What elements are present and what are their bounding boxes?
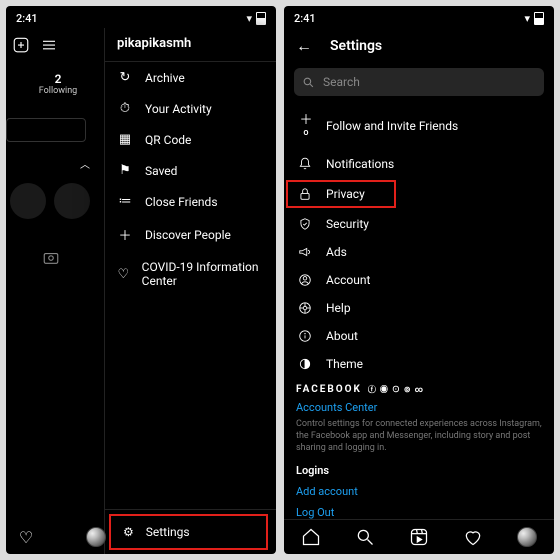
megaphone-icon <box>298 245 314 259</box>
bottom-nav <box>284 519 554 554</box>
home-icon[interactable] <box>301 527 321 547</box>
status-bar: 2:41 ▾ <box>6 6 276 28</box>
search-nav-icon[interactable] <box>355 527 375 547</box>
settings-label: Security <box>326 217 369 231</box>
chevron-up-icon[interactable]: ︿ <box>80 156 104 171</box>
profile-side-menu: pikapikasmh ↻ Archive ⏱ Your Activity ▦ … <box>104 28 276 554</box>
story-circle[interactable] <box>54 183 90 219</box>
settings-label: Ads <box>326 245 347 259</box>
profile-background: 2 Following ︿ <box>6 28 104 554</box>
logins-section-title: Logins <box>284 458 554 479</box>
status-icons: ▾ <box>524 12 544 25</box>
settings-label: Help <box>326 301 351 315</box>
settings-label: Follow and Invite Friends <box>326 119 458 133</box>
status-icons: ▾ <box>246 12 266 25</box>
activity-heart-icon[interactable]: ♡ <box>16 528 36 547</box>
search-input[interactable]: Search <box>294 68 544 96</box>
menu-item-discover-people[interactable]: ＋ Discover People <box>105 217 276 252</box>
profile-avatar-icon[interactable] <box>517 527 537 547</box>
menu-label: QR Code <box>145 133 191 147</box>
discover-icon: ＋ <box>117 225 133 244</box>
archive-icon: ↻ <box>117 70 133 85</box>
following-num: 2 <box>12 72 104 86</box>
wifi-icon: ▾ <box>524 12 530 25</box>
menu-username[interactable]: pikapikasmh <box>105 28 276 62</box>
brand-icons: ⓕ ◉ ⊙ ⊚ ∞ <box>368 384 424 395</box>
menu-item-archive[interactable]: ↻ Archive <box>105 62 276 93</box>
back-arrow-icon[interactable]: ← <box>296 36 312 56</box>
covid-icon: ♡ <box>117 267 130 282</box>
settings-item-account[interactable]: Account <box>286 266 552 294</box>
settings-item-theme[interactable]: Theme <box>286 350 552 378</box>
status-bar: 2:41 ▾ <box>284 6 554 28</box>
menu-label: Archive <box>145 71 185 85</box>
accounts-center-link[interactable]: Accounts Center <box>284 395 554 416</box>
settings-item-ads[interactable]: Ads <box>286 238 552 266</box>
lock-icon <box>298 187 314 201</box>
reels-icon[interactable] <box>409 527 429 547</box>
account-icon <box>298 273 314 287</box>
bell-icon <box>298 157 314 171</box>
screenshot-right-settings: 2:41 ▾ ← Settings Search ＋º Follow and I… <box>284 6 554 554</box>
menu-item-your-activity[interactable]: ⏱ Your Activity <box>105 93 276 124</box>
settings-label: About <box>326 329 358 343</box>
shield-icon <box>298 217 314 231</box>
header-title: Settings <box>330 38 382 54</box>
screenshot-left-profile-menu: 2:41 ▾ 2 Following ︿ <box>6 6 276 554</box>
following-count[interactable]: 2 Following <box>6 72 104 96</box>
close-friends-icon: ≔ <box>117 194 133 209</box>
heart-icon[interactable] <box>463 527 483 547</box>
menu-label: Saved <box>145 164 177 178</box>
status-time: 2:41 <box>16 12 38 25</box>
settings-header: ← Settings <box>284 28 554 64</box>
wifi-icon: ▾ <box>246 12 252 25</box>
settings-item-follow-invite[interactable]: ＋º Follow and Invite Friends <box>286 102 552 150</box>
search-placeholder: Search <box>323 75 360 89</box>
settings-label: Notifications <box>326 157 394 171</box>
add-account-link[interactable]: Add account <box>284 479 554 500</box>
accounts-center-desc: Control settings for connected experienc… <box>284 416 554 458</box>
settings-item-help[interactable]: Help <box>286 294 552 322</box>
help-icon <box>298 301 314 315</box>
menu-item-close-friends[interactable]: ≔ Close Friends <box>105 186 276 217</box>
menu-item-qr-code[interactable]: ▦ QR Code <box>105 124 276 155</box>
menu-label: Discover People <box>145 228 231 242</box>
qr-icon: ▦ <box>117 132 133 147</box>
saved-icon: ⚑ <box>117 163 133 178</box>
hamburger-icon[interactable] <box>40 36 58 54</box>
menu-label: Your Activity <box>145 102 212 116</box>
follow-icon: ＋º <box>298 109 314 143</box>
edit-profile-pill[interactable] <box>6 118 86 142</box>
bottom-nav: ♡ <box>6 520 276 554</box>
create-icon[interactable] <box>12 36 30 54</box>
settings-label: Theme <box>326 357 363 371</box>
menu-label: Close Friends <box>145 195 218 209</box>
settings-item-about[interactable]: About <box>286 322 552 350</box>
profile-avatar-icon[interactable] <box>86 527 106 547</box>
following-label: Following <box>12 86 104 96</box>
menu-label: COVID-19 Information Center <box>142 260 264 288</box>
settings-label: Privacy <box>326 187 365 201</box>
tagged-tab-icon[interactable] <box>42 249 68 267</box>
settings-item-security[interactable]: Security <box>286 210 552 238</box>
theme-icon <box>298 357 314 371</box>
settings-item-privacy[interactable]: Privacy <box>286 180 396 208</box>
story-circle[interactable] <box>10 183 46 219</box>
search-icon <box>302 76 315 89</box>
menu-item-saved[interactable]: ⚑ Saved <box>105 155 276 186</box>
activity-icon: ⏱ <box>117 101 133 116</box>
settings-item-notifications[interactable]: Notifications <box>286 150 552 178</box>
battery-icon <box>534 12 544 25</box>
battery-icon <box>256 12 266 25</box>
settings-label: Account <box>326 273 370 287</box>
info-icon <box>298 329 314 343</box>
status-time: 2:41 <box>294 12 316 25</box>
menu-item-covid-info[interactable]: ♡ COVID-19 Information Center <box>105 252 276 296</box>
facebook-brand: FACEBOOK ⓕ ◉ ⊙ ⊚ ∞ <box>296 384 542 395</box>
